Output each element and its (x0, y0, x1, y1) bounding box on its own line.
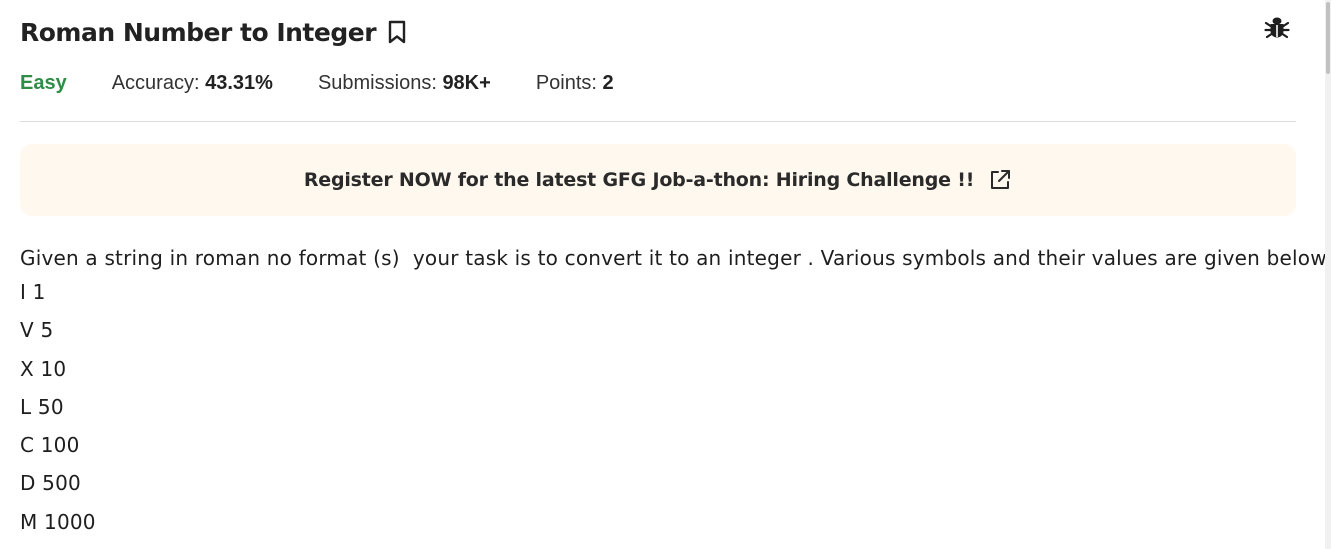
problem-page: Roman Number to Integer Easy Accuracy: 4… (0, 0, 1331, 549)
symbol-line: I 1 (20, 280, 46, 304)
header-divider (20, 121, 1296, 122)
description-intro: Given a string in roman no format (s) yo… (20, 246, 1331, 270)
accuracy-value: 43.31% (205, 71, 273, 94)
symbol-line: X 10 (20, 356, 67, 381)
scrollbar-thumb[interactable] (1326, 2, 1330, 74)
bug-icon (1264, 14, 1290, 45)
report-bug-button[interactable] (1262, 14, 1292, 44)
symbol-line: M 1000 (20, 509, 96, 534)
symbol-line: L 50 (20, 394, 64, 419)
vertical-scrollbar[interactable] (1325, 0, 1331, 549)
problem-meta: Easy Accuracy: 43.31% Submissions: 98K+ … (20, 70, 659, 96)
submissions-label: Submissions: (317, 71, 437, 94)
job-a-thon-banner[interactable]: Register NOW for the latest GFG Job-a-th… (20, 144, 1296, 216)
points-value: 2 (602, 71, 614, 94)
accuracy-stat: Accuracy: 43.31% (112, 72, 273, 95)
accuracy-label: Accuracy: (111, 71, 200, 94)
difficulty-badge: Easy (20, 71, 67, 94)
bookmark-icon[interactable] (386, 19, 408, 45)
external-link-icon (988, 168, 1012, 192)
points-label: Points: (535, 71, 597, 94)
symbol-line: C 100 (20, 433, 80, 458)
banner-text[interactable]: Register NOW for the latest GFG Job-a-th… (304, 169, 975, 191)
submissions-stat: Submissions: 98K+ (318, 72, 491, 95)
symbol-line: V 5 (20, 318, 54, 343)
problem-description: Given a string in roman no format (s) yo… (20, 243, 1331, 541)
submissions-value: 98K+ (442, 71, 491, 94)
points-stat: Points: 2 (536, 72, 614, 95)
problem-title: Roman Number to Integer (20, 17, 377, 47)
title-row: Roman Number to Integer (20, 14, 408, 50)
symbol-line: D 500 (20, 471, 81, 496)
